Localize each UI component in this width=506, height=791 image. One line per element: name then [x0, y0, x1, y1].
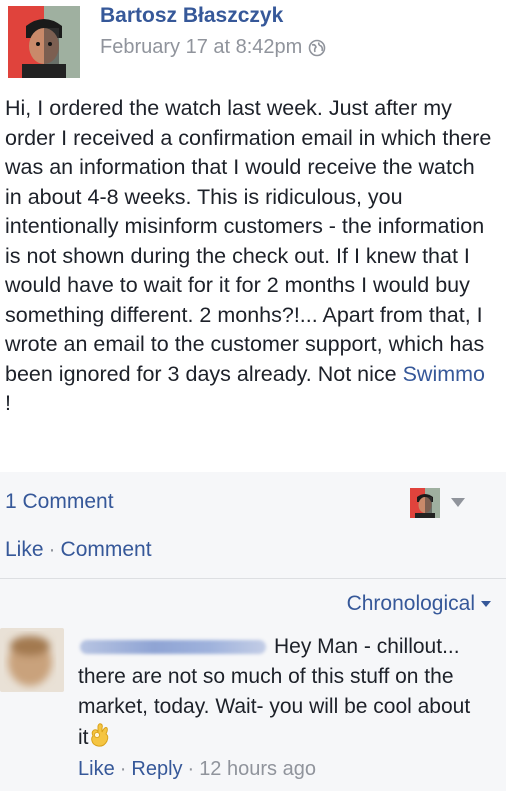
commenter-avatar-image — [0, 628, 64, 692]
commenter-avatar-small-image — [410, 488, 440, 518]
comment-text: Hey Man - chillout... there are not so m… — [78, 632, 478, 753]
stats-row: 1 Comment — [5, 488, 495, 522]
action-separator: · — [48, 538, 56, 561]
like-button[interactable]: Like — [5, 538, 44, 561]
comment-text-first: Hey Man - — [274, 635, 371, 658]
chevron-down-icon[interactable] — [451, 498, 465, 507]
author-avatar-image — [8, 6, 80, 78]
sort-dropdown[interactable]: Chronological — [347, 592, 491, 616]
commenter-avatar[interactable] — [0, 628, 64, 692]
comment-timestamp[interactable]: 12 hours ago — [199, 758, 316, 780]
comment-action-separator: · — [119, 758, 127, 780]
comment-like-button[interactable]: Like — [78, 758, 115, 780]
post-header: Bartosz Błaszczyk February 17 at 8:42pm — [0, 0, 506, 90]
post-text-end: ! — [5, 391, 11, 415]
mention-link[interactable]: Swimmo — [403, 362, 485, 386]
comment-item: Hey Man - chillout... there are not so m… — [0, 624, 506, 791]
post-timestamp[interactable]: February 17 at 8:42pm — [100, 36, 302, 59]
comment-actions: Like · Reply · 12 hours ago — [78, 758, 316, 781]
ok-hand-icon — [90, 723, 108, 747]
post-body: Hi, I ordered the watch last week. Just … — [5, 94, 495, 419]
comment-button[interactable]: Comment — [61, 538, 152, 561]
comment-time-separator: · — [187, 758, 195, 780]
globe-icon[interactable] — [308, 39, 326, 57]
sort-label: Chronological — [346, 592, 475, 615]
author-avatar[interactable] — [8, 6, 80, 78]
post-text: Hi, I ordered the watch last week. Just … — [5, 96, 492, 386]
post-actions: Like · Comment — [5, 538, 152, 562]
author-name[interactable]: Bartosz Błaszczyk — [100, 4, 283, 28]
post-meta: February 17 at 8:42pm — [100, 36, 326, 59]
commenter-avatar-small[interactable] — [410, 488, 440, 518]
divider — [0, 578, 506, 579]
caret-down-icon — [481, 601, 491, 607]
comment-reply-button[interactable]: Reply — [131, 758, 182, 780]
comment-count-link[interactable]: 1 Comment — [5, 490, 114, 514]
